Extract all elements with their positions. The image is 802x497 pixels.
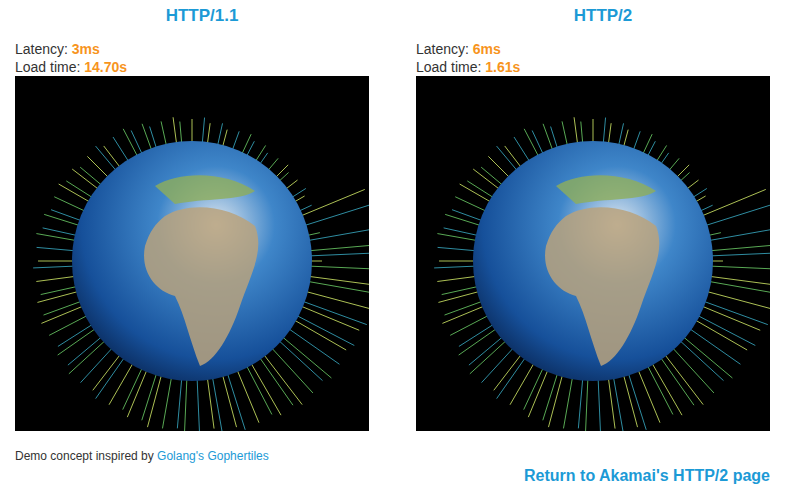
load-time: Load time: 14.70s <box>15 58 369 76</box>
latency: Latency: 3ms <box>15 40 369 58</box>
credit: Demo concept inspired by Golang's Gopher… <box>15 448 369 464</box>
globe-icon <box>416 76 770 431</box>
page: HTTP/1.1 Latency: 3msLoad time: 14.70s Dem… <box>0 0 802 497</box>
tile-image <box>15 76 369 431</box>
back-link[interactable]: Return to Akamai's HTTP/2 page <box>524 467 770 484</box>
gophertiles-link[interactable]: Golang's Gophertiles <box>157 449 269 463</box>
tile-image <box>416 76 770 431</box>
demo-panel: HTTP/1.1 Latency: 3msLoad time: 14.70s Dem… <box>15 6 369 497</box>
globe-icon <box>15 76 369 431</box>
panel-title: HTTP/2 <box>416 6 770 26</box>
demo-panel: HTTP/2 Latency: 6msLoad time: 1.61s Return… <box>416 6 770 497</box>
latency: Latency: 6ms <box>416 40 770 58</box>
load-time: Load time: 1.61s <box>416 58 770 76</box>
panel-title: HTTP/1.1 <box>15 6 369 26</box>
